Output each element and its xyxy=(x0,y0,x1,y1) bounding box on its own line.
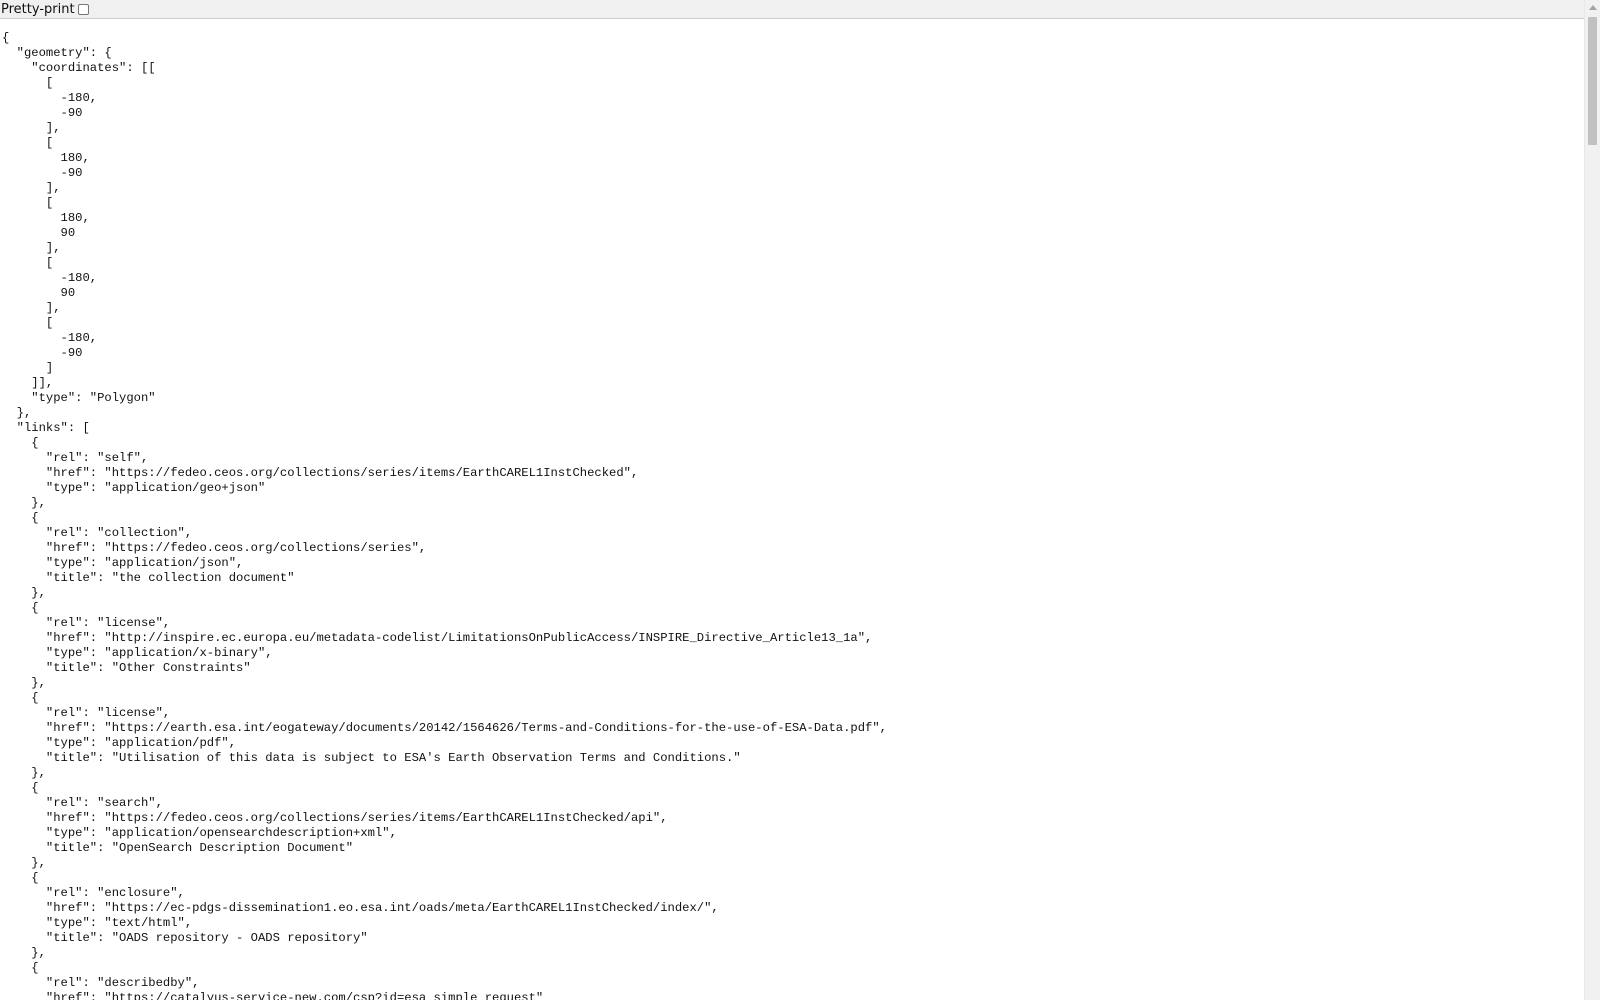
json-line: 180, xyxy=(2,211,90,225)
json-line: "type": "application/opensearchdescripti… xyxy=(2,826,397,840)
json-line: }, xyxy=(2,766,46,780)
scrollbar-thumb[interactable] xyxy=(1588,17,1597,145)
json-line: { xyxy=(2,691,39,705)
json-line: ], xyxy=(2,241,61,255)
json-line: }, xyxy=(2,946,46,960)
json-line: [ xyxy=(2,256,54,270)
json-line: ], xyxy=(2,181,61,195)
json-line: "title": "Utilisation of this data is su… xyxy=(2,751,741,765)
json-line: "type": "application/pdf", xyxy=(2,736,237,750)
json-line: "href": "https://earth.esa.int/eogateway… xyxy=(2,721,887,735)
json-line: ], xyxy=(2,121,61,135)
json-line: "rel": "enclosure", xyxy=(2,886,185,900)
json-line: -180, xyxy=(2,91,98,105)
json-line: [ xyxy=(2,196,54,210)
json-line: "href": "https://ec-pdgs-dissemination1.… xyxy=(2,901,719,915)
json-line: "rel": "license", xyxy=(2,616,171,630)
json-line: "type": "text/html", xyxy=(2,916,193,930)
json-line: "type": "application/json", xyxy=(2,556,244,570)
json-line: "type": "Polygon" xyxy=(2,391,156,405)
json-line: { xyxy=(2,31,10,45)
json-line: ], xyxy=(2,301,61,315)
json-line: 90 xyxy=(2,286,76,300)
json-line: "href": "http://inspire.ec.europa.eu/met… xyxy=(2,631,873,645)
json-line: "rel": "collection", xyxy=(2,526,193,540)
json-line: "type": "application/geo+json" xyxy=(2,481,266,495)
json-line: "coordinates": [[ xyxy=(2,61,156,75)
json-line: -180, xyxy=(2,271,98,285)
json-line: { xyxy=(2,871,39,885)
json-line: }, xyxy=(2,586,46,600)
json-line: -180, xyxy=(2,331,98,345)
json-line: "rel": "license", xyxy=(2,706,171,720)
json-line: "rel": "search", xyxy=(2,796,163,810)
pretty-print-toolbar: Pretty-print xyxy=(0,0,1584,19)
json-line: [ xyxy=(2,316,54,330)
json-line: }, xyxy=(2,676,46,690)
json-line: -90 xyxy=(2,106,83,120)
json-line: "geometry": { xyxy=(2,46,112,60)
json-line: { xyxy=(2,781,39,795)
vertical-scrollbar[interactable] xyxy=(1584,0,1600,1000)
json-line: "rel": "self", xyxy=(2,451,149,465)
json-line: "title": "OpenSearch Description Documen… xyxy=(2,841,354,855)
json-viewer: { "geometry": { "coordinates": [[ [ -180… xyxy=(0,20,1584,1000)
json-line: { xyxy=(2,601,39,615)
json-content: { "geometry": { "coordinates": [[ [ -180… xyxy=(0,20,1584,1000)
json-line: "href": "https://fedeo.ceos.org/collecti… xyxy=(2,811,668,825)
json-line: "title": "OADS repository - OADS reposit… xyxy=(2,931,368,945)
json-line: { xyxy=(2,961,39,975)
json-line: "href": "https://fedeo.ceos.org/collecti… xyxy=(2,466,639,480)
scroll-up-arrow-icon[interactable] xyxy=(1589,5,1597,10)
json-line: { xyxy=(2,511,39,525)
json-line: { xyxy=(2,436,39,450)
json-line: }, xyxy=(2,406,32,420)
json-line: "type": "application/x-binary", xyxy=(2,646,273,660)
json-line: 90 xyxy=(2,226,76,240)
json-line: [ xyxy=(2,76,54,90)
json-line: "href": "https://fedeo.ceos.org/collecti… xyxy=(2,541,427,555)
json-line: "title": "Other Constraints" xyxy=(2,661,251,675)
json-line: "links": [ xyxy=(2,421,90,435)
json-line: ] xyxy=(2,361,54,375)
json-line: }, xyxy=(2,496,46,510)
json-line: "title": "the collection document" xyxy=(2,571,295,585)
json-line: [ xyxy=(2,136,54,150)
pretty-print-label: Pretty-print xyxy=(1,1,75,17)
json-line: "rel": "describedby", xyxy=(2,976,200,990)
pretty-print-toggle[interactable]: Pretty-print xyxy=(1,2,89,17)
json-line: -90 xyxy=(2,166,83,180)
pretty-print-checkbox[interactable] xyxy=(77,3,89,15)
json-line: ]], xyxy=(2,376,54,390)
json-line: -90 xyxy=(2,346,83,360)
json-line: "href": "https://catalyus-service-new.co… xyxy=(2,991,544,1000)
json-line: }, xyxy=(2,856,46,870)
json-line: 180, xyxy=(2,151,90,165)
